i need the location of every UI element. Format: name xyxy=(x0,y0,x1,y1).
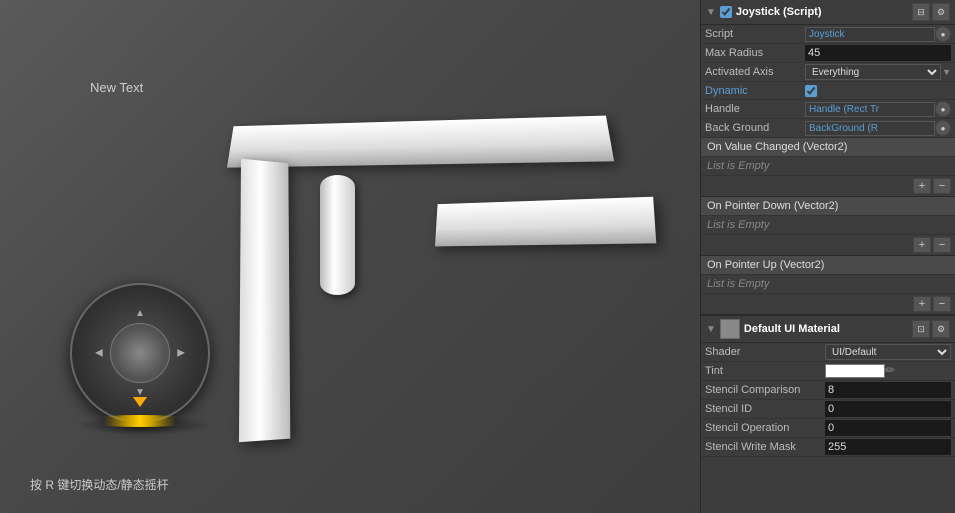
stencil-write-input[interactable] xyxy=(825,439,951,455)
background-row: Back Ground BackGround (R ● xyxy=(701,119,955,138)
header-icons-group: ⊟ ⚙ xyxy=(912,3,950,21)
on-pointer-up-empty: List is Empty xyxy=(701,275,955,293)
dynamic-row: Dynamic xyxy=(701,82,955,100)
on-value-changed-empty: List is Empty xyxy=(701,157,955,175)
stencil-id-label: Stencil ID xyxy=(705,403,825,415)
inspector-header: ▼ Joystick (Script) ⊟ ⚙ xyxy=(701,0,955,25)
handle-label: Handle xyxy=(705,103,805,115)
arrow-right-icon: ▶ xyxy=(177,348,185,359)
on-pointer-down-header: On Pointer Down (Vector2) xyxy=(701,197,955,216)
inspector-panel: ▼ Joystick (Script) ⊟ ⚙ Script Joystick … xyxy=(700,0,955,513)
script-row: Script Joystick ● xyxy=(701,25,955,44)
joystick-widget[interactable]: ◀ ▶ ▲ ▼ xyxy=(70,283,210,423)
on-value-changed-footer: + − xyxy=(701,175,955,196)
material-expand-icon: ▼ xyxy=(706,324,716,335)
component-enabled-checkbox[interactable] xyxy=(720,6,732,18)
scene-view[interactable]: New Text ◀ ▶ ▲ ▼ 按 R 键切换动态/静态摇杆 xyxy=(0,0,700,513)
material-header: ▼ Default UI Material ⊡ ⚙ xyxy=(701,316,955,343)
script-value[interactable]: Joystick xyxy=(805,27,935,42)
tint-label: Tint xyxy=(705,365,825,377)
on-value-changed-plus-btn[interactable]: + xyxy=(913,178,931,194)
on-pointer-up-plus-btn[interactable]: + xyxy=(913,296,931,312)
on-pointer-down-empty: List is Empty xyxy=(701,216,955,234)
inspector-body: Script Joystick ● Max Radius Activated A… xyxy=(701,25,955,513)
on-pointer-down-section: On Pointer Down (Vector2) List is Empty … xyxy=(701,197,955,256)
on-value-changed-header: On Value Changed (Vector2) xyxy=(701,138,955,157)
3d-horizontal-plank xyxy=(227,116,614,168)
stencil-write-label: Stencil Write Mask xyxy=(705,441,825,453)
background-value[interactable]: BackGround (R xyxy=(805,121,935,136)
handle-row: Handle Handle (Rect Tr ● xyxy=(701,100,955,119)
on-pointer-up-footer: + − xyxy=(701,293,955,314)
activated-axis-select[interactable]: Everything xyxy=(805,64,941,80)
arrow-up-icon: ▲ xyxy=(135,308,145,319)
material-section: ▼ Default UI Material ⊡ ⚙ Shader UI/Defa… xyxy=(701,315,955,457)
stencil-op-label: Stencil Operation xyxy=(705,422,825,434)
stencil-write-row: Stencil Write Mask xyxy=(701,438,955,457)
material-icons-group: ⊡ ⚙ xyxy=(912,320,950,338)
handle-value[interactable]: Handle (Rect Tr xyxy=(805,102,935,117)
stencil-comp-row: Stencil Comparison xyxy=(701,381,955,400)
background-picker-btn[interactable]: ● xyxy=(935,120,951,136)
component-menu-btn[interactable]: ⊟ xyxy=(912,3,930,21)
on-pointer-up-header: On Pointer Up (Vector2) xyxy=(701,256,955,275)
material-title: Default UI Material xyxy=(744,323,908,335)
on-pointer-up-minus-btn[interactable]: − xyxy=(933,296,951,312)
tint-eyedropper-icon[interactable]: ✏ xyxy=(885,363,901,379)
material-select-btn[interactable]: ⊡ xyxy=(912,320,930,338)
on-pointer-down-minus-btn[interactable]: − xyxy=(933,237,951,253)
max-radius-label: Max Radius xyxy=(705,47,805,59)
on-value-changed-section: On Value Changed (Vector2) List is Empty… xyxy=(701,138,955,197)
dynamic-checkbox[interactable] xyxy=(805,85,817,97)
joystick-triangle-indicator xyxy=(133,397,147,407)
on-pointer-down-plus-btn[interactable]: + xyxy=(913,237,931,253)
inspector-header-icon: ▼ xyxy=(706,7,716,18)
joystick-ring xyxy=(80,415,200,427)
dynamic-label: Dynamic xyxy=(705,85,805,97)
on-pointer-down-footer: + − xyxy=(701,234,955,255)
max-radius-row: Max Radius xyxy=(701,44,955,63)
component-title: Joystick (Script) xyxy=(736,6,908,18)
activated-axis-row: Activated Axis Everything ▼ xyxy=(701,63,955,82)
on-value-changed-minus-btn[interactable]: − xyxy=(933,178,951,194)
handle-picker-btn[interactable]: ● xyxy=(935,101,951,117)
3d-cylinder xyxy=(320,175,355,295)
activated-axis-label: Activated Axis xyxy=(705,66,805,78)
bottom-hint-text: 按 R 键切换动态/静态摇杆 xyxy=(30,476,169,493)
tint-row: Tint ✏ xyxy=(701,362,955,381)
script-picker-btn[interactable]: ● xyxy=(935,26,951,42)
shader-label: Shader xyxy=(705,346,825,358)
stencil-comp-input[interactable] xyxy=(825,382,951,398)
joystick-inner xyxy=(110,323,170,383)
stencil-op-row: Stencil Operation xyxy=(701,419,955,438)
3d-right-plank xyxy=(435,197,656,247)
on-pointer-up-section: On Pointer Up (Vector2) List is Empty + … xyxy=(701,256,955,315)
material-settings-btn[interactable]: ⚙ xyxy=(932,320,950,338)
arrow-left-icon: ◀ xyxy=(95,348,103,359)
shader-select[interactable]: UI/Default xyxy=(825,344,951,360)
shader-row: Shader UI/Default xyxy=(701,343,955,362)
component-settings-btn[interactable]: ⚙ xyxy=(932,3,950,21)
stencil-id-input[interactable] xyxy=(825,401,951,417)
material-preview-swatch xyxy=(720,319,740,339)
stencil-op-input[interactable] xyxy=(825,420,951,436)
max-radius-input[interactable] xyxy=(805,45,951,61)
3d-vertical-plank xyxy=(239,159,290,442)
stencil-id-row: Stencil ID xyxy=(701,400,955,419)
new-text-label: New Text xyxy=(90,80,143,95)
stencil-comp-label: Stencil Comparison xyxy=(705,384,825,396)
tint-color-swatch[interactable] xyxy=(825,364,885,378)
background-label: Back Ground xyxy=(705,122,805,134)
script-label: Script xyxy=(705,28,805,40)
